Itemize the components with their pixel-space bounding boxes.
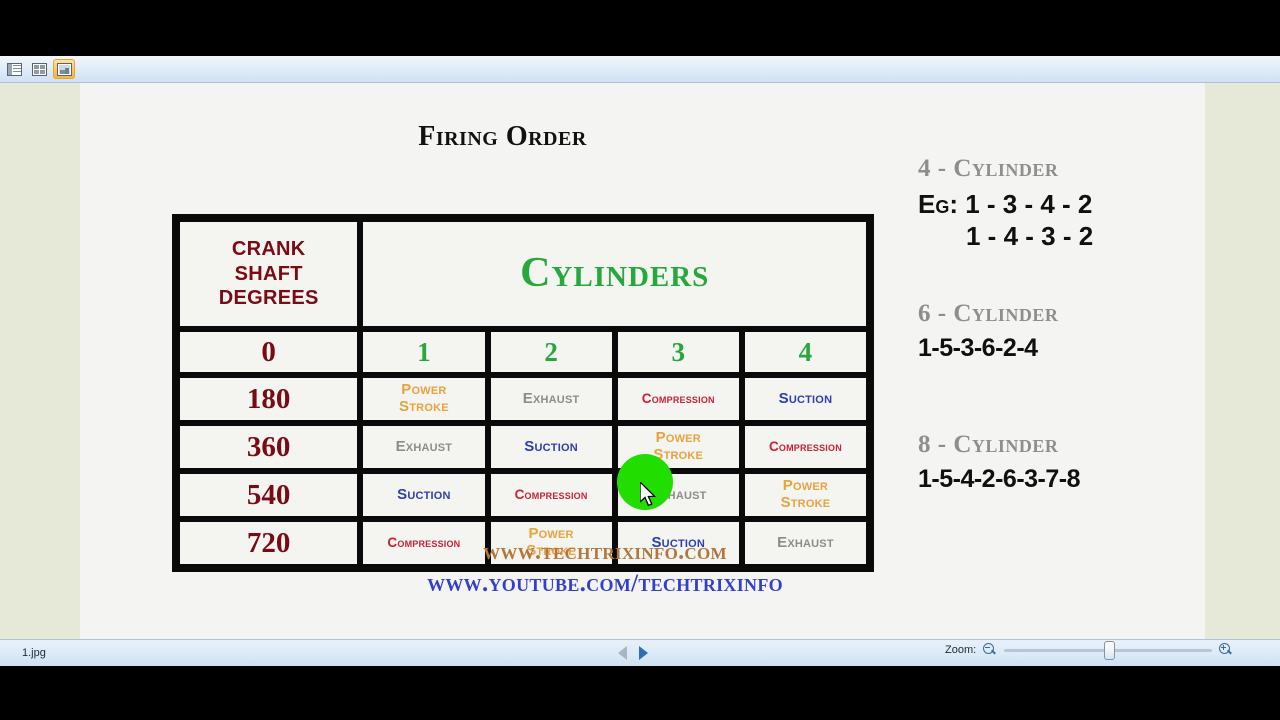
stroke-label: Power Stroke	[653, 429, 704, 464]
stroke-label: Compression	[514, 487, 588, 503]
zoom-slider-handle[interactable]	[1104, 640, 1116, 660]
header-line-2: SHAFT	[234, 262, 303, 285]
firing-order-heading: 6 - Cylinder	[918, 300, 1059, 327]
firing-order-line: 1-5-3-6-2-4	[918, 334, 1038, 362]
stroke-label: Suction	[524, 437, 578, 455]
firing-order-8-cylinder: 8 - Cylinder 1-5-4-2-6-3-7-8	[900, 431, 1205, 494]
screen-root: Firing Order CRANK SHAFT DEGREES Cylinde…	[0, 0, 1280, 720]
slide-sorter-icon	[31, 62, 47, 76]
cell-stroke[interactable]: Exhaust	[487, 375, 615, 423]
cell-stroke[interactable]: Suction	[487, 423, 615, 471]
stroke-label: Exhaust	[395, 437, 453, 455]
cell-stroke[interactable]: Power Stroke	[614, 423, 742, 471]
letterbox-top	[0, 0, 1280, 56]
zoom-label: Zoom:	[945, 644, 977, 656]
navigation-controls	[618, 646, 648, 660]
header-line-3: DEGREES	[218, 287, 319, 310]
cell-stroke[interactable]: Compression	[741, 423, 870, 471]
zoom-controls: Zoom:	[945, 640, 1233, 660]
cell-cylinder-number: 3	[614, 329, 742, 375]
stroke-line-1: Power	[655, 429, 701, 447]
cell-degree: 540	[177, 471, 361, 519]
header-line-1: CRANK	[231, 238, 306, 261]
slide-show-view-button[interactable]	[53, 59, 75, 79]
stroke-label: Suction	[778, 389, 833, 407]
normal-view-button[interactable]	[3, 59, 25, 79]
cell-degree: 0	[177, 329, 361, 375]
degree-value: 360	[246, 430, 291, 463]
website-url: www.techtrixinfo.com	[483, 539, 727, 565]
degree-value: 180	[246, 382, 291, 415]
firing-order-4-cylinder: 4 - Cylinder Eg: 1 - 3 - 4 - 2 1 - 4 - 3…	[900, 155, 1205, 252]
degree-value: 540	[246, 478, 291, 511]
stroke-label: Exhaust	[522, 389, 580, 407]
image-viewer-window: Firing Order CRANK SHAFT DEGREES Cylinde…	[0, 56, 1280, 666]
cell-stroke-selected[interactable]: Compression	[487, 471, 615, 519]
stroke-line-1: Power	[782, 477, 829, 495]
firing-order-line: 1-5-4-2-6-3-7-8	[918, 465, 1081, 493]
viewer-toolbar	[0, 56, 1280, 83]
letterbox-bottom	[0, 666, 1280, 720]
filename-label: 1.jpg	[22, 647, 46, 659]
stroke-label: Power Stroke	[780, 477, 831, 512]
cell-stroke[interactable]: Exhaust	[360, 423, 488, 471]
firing-order-line: Eg: 1 - 3 - 4 - 2	[918, 189, 1093, 219]
normal-view-icon	[6, 62, 22, 76]
zoom-slider[interactable]	[1004, 640, 1213, 660]
youtube-url: www.youtube.com/techtrixinfo	[427, 570, 783, 597]
stroke-line-2: Stroke	[653, 446, 704, 463]
cylinder-number: 2	[544, 336, 558, 367]
table-row: 180 Power Stroke Exhaust Compression Suct	[177, 375, 870, 423]
canvas-area: Firing Order CRANK SHAFT DEGREES Cylinde…	[0, 83, 1280, 639]
cell-cylinder-number: 2	[487, 329, 615, 375]
table-row: 360 Exhaust Suction Power Stroke Compress	[177, 423, 870, 471]
table-row: 540 Suction Compression Exhaust Power Str	[177, 471, 870, 519]
firing-order-6-cylinder: 6 - Cylinder 1-5-3-6-2-4	[900, 300, 1205, 363]
table-row: 0 1 2 3 4	[177, 329, 870, 375]
firing-order-heading: 8 - Cylinder	[918, 431, 1059, 458]
cylinder-number: 3	[671, 336, 686, 367]
cell-cylinder-number: 4	[741, 329, 870, 375]
cell-stroke[interactable]: Power Stroke	[741, 471, 870, 519]
slide-show-icon	[56, 62, 72, 76]
previous-image-button[interactable]	[618, 646, 627, 660]
cell-stroke[interactable]: Suction	[741, 375, 870, 423]
stroke-line-2: Stroke	[399, 398, 449, 415]
stroke-label: Compression	[768, 439, 842, 455]
cell-stroke[interactable]: Compression	[614, 375, 742, 423]
header-cylinders-label: Cylinders	[520, 250, 710, 297]
table-header-row: CRANK SHAFT DEGREES Cylinders	[177, 219, 869, 329]
page-title: Firing Order	[418, 121, 587, 152]
stroke-label: Compression	[641, 391, 715, 407]
zoom-in-icon[interactable]	[1219, 643, 1233, 657]
firing-order-heading: 4 - Cylinder	[918, 155, 1059, 182]
slide-sorter-view-button[interactable]	[28, 59, 50, 79]
zoom-out-icon[interactable]	[983, 643, 997, 657]
firing-order-table: CRANK SHAFT DEGREES Cylinders 0 1 2 3 4 …	[172, 214, 874, 572]
header-crank-shaft-degrees: CRANK SHAFT DEGREES	[177, 219, 361, 329]
cell-degree: 360	[177, 423, 361, 471]
cylinder-number: 1	[417, 336, 431, 367]
cylinder-number: 4	[798, 336, 813, 367]
header-cylinders: Cylinders	[360, 219, 869, 329]
stroke-line-2: Stroke	[780, 494, 831, 511]
stroke-line-1: Power	[401, 381, 447, 399]
cell-stroke[interactable]: Suction	[360, 471, 488, 519]
cell-degree: 180	[177, 375, 361, 423]
degree-value: 0	[261, 335, 276, 368]
cell-cylinder-number: 1	[360, 329, 488, 375]
stroke-label: Suction	[397, 485, 451, 503]
slide-page: Firing Order CRANK SHAFT DEGREES Cylinde…	[80, 83, 1205, 639]
status-bar: 1.jpg Zoom:	[0, 639, 1280, 666]
stroke-label: Exhaust	[649, 485, 707, 503]
stroke-label: Power Stroke	[399, 381, 449, 416]
next-image-button[interactable]	[639, 646, 648, 660]
firing-order-line-alt: 1 - 4 - 3 - 2	[966, 221, 1094, 251]
cell-stroke[interactable]: Power Stroke	[360, 375, 488, 423]
cell-stroke[interactable]: Exhaust	[614, 471, 742, 519]
